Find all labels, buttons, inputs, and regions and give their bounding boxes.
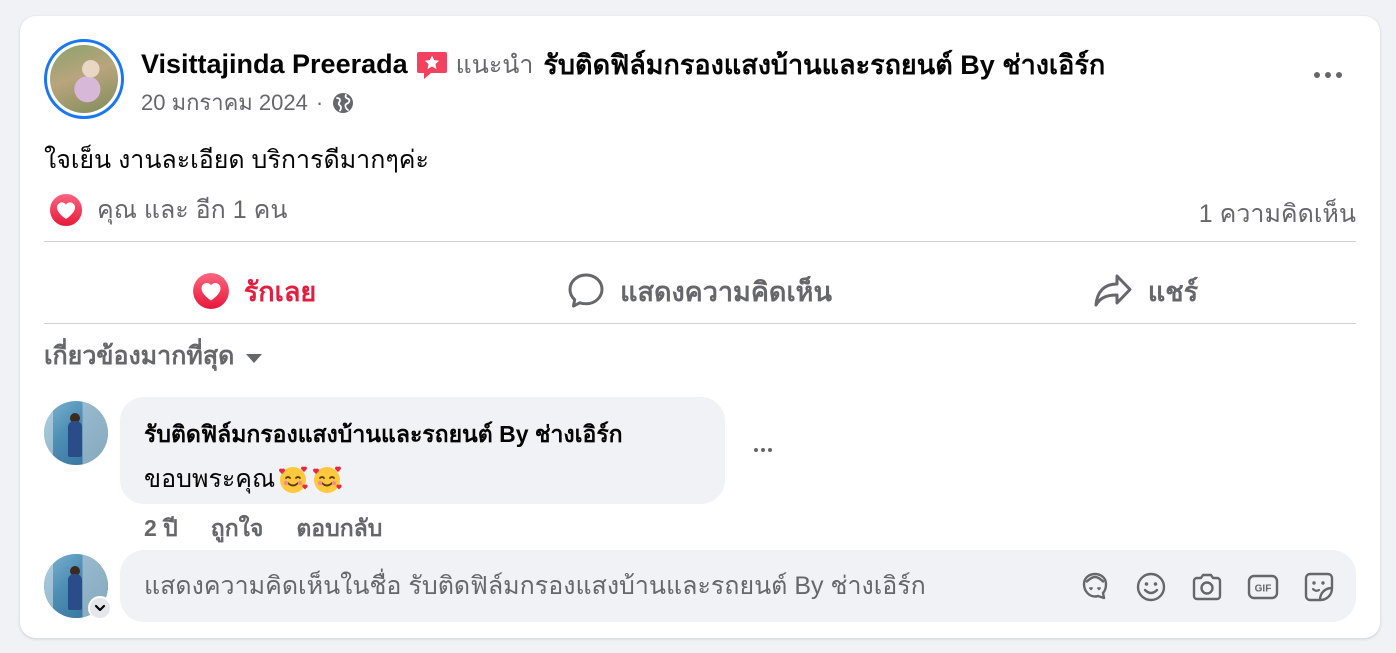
- author-avatar[interactable]: [44, 39, 124, 119]
- recommend-star-icon: [416, 50, 448, 80]
- comment-count[interactable]: 1 ความคิดเห็น: [1199, 194, 1356, 234]
- comment-text: ขอบพระคุณ: [144, 465, 276, 493]
- share-label: แชร์: [1147, 276, 1199, 307]
- share-button[interactable]: แชร์: [934, 260, 1356, 322]
- post-header: Visittajinda Preerada แนะนำ รับติดฟิล์มก…: [141, 43, 1105, 86]
- avatar-photo: [68, 574, 82, 610]
- comment-reply-button[interactable]: ตอบกลับ: [296, 511, 382, 547]
- camera-icon[interactable]: [1190, 570, 1224, 604]
- comment-label: แสดงความคิดเห็น: [620, 276, 832, 307]
- more-dot: [1336, 72, 1342, 78]
- reaction-count: คุณ และ อีก 1 คน: [97, 196, 288, 224]
- more-dot: [761, 448, 765, 452]
- post-more-options-button[interactable]: [1306, 60, 1350, 90]
- sticker-icon[interactable]: [1302, 570, 1336, 604]
- post-body: ใจเย็น งานละเอียด บริการดีมากๆค่ะ: [44, 146, 429, 174]
- comment-like-button[interactable]: ถูกใจ: [211, 511, 264, 547]
- recommends-label: แนะนำ: [455, 50, 534, 79]
- comment-more-options-button[interactable]: [748, 440, 778, 460]
- love-reaction-icon: [48, 192, 84, 228]
- reactions-summary[interactable]: คุณ และ อีก 1 คน: [48, 190, 287, 230]
- divider: [44, 323, 1356, 324]
- avatar-photo: [50, 45, 118, 113]
- comment-age[interactable]: 2 ปี: [144, 511, 178, 547]
- caret-down-icon: [246, 353, 263, 363]
- smiling-face-with-hearts-emoji: [311, 463, 343, 495]
- smiling-face-with-hearts-emoji: [277, 463, 309, 495]
- more-dot: [754, 448, 758, 452]
- share-icon: [1094, 274, 1132, 307]
- avatar-sticker-icon[interactable]: [1078, 570, 1112, 604]
- switch-profile-chevron-icon[interactable]: [88, 596, 112, 620]
- more-dot: [768, 448, 772, 452]
- page-name[interactable]: รับติดฟิล์มกรองแสงบ้านและรถยนต์ By ช่างเ…: [543, 43, 1105, 86]
- love-label: รักเลย: [243, 276, 317, 307]
- comment-bubble: รับติดฟิล์มกรองแสงบ้านและรถยนต์ By ช่างเ…: [120, 397, 725, 504]
- comment-input[interactable]: [144, 550, 1044, 622]
- comment-meta: 2 ปี ถูกใจ ตอบกลับ: [144, 511, 415, 547]
- more-dot: [1314, 72, 1320, 78]
- commenter-avatar[interactable]: [44, 401, 108, 465]
- post-card: Visittajinda Preerada แนะนำ รับติดฟิล์มก…: [20, 16, 1380, 638]
- globe-icon: [331, 91, 355, 115]
- love-icon: [192, 273, 229, 309]
- comment-icon: [568, 273, 604, 308]
- love-button[interactable]: รักเลย: [44, 260, 464, 322]
- comment-button[interactable]: แสดงความคิดเห็น: [464, 260, 934, 322]
- emoji-icon[interactable]: [1134, 570, 1168, 604]
- reactions-row: คุณ และ อีก 1 คน 1 ความคิดเห็น: [44, 190, 1356, 230]
- divider: [44, 241, 1356, 242]
- post-meta: 20 มกราคม 2024 ·: [141, 85, 355, 120]
- author-name[interactable]: Visittajinda Preerada: [141, 49, 408, 80]
- comment-composer: GIF: [120, 550, 1356, 622]
- gif-icon[interactable]: GIF: [1246, 570, 1280, 604]
- meta-separator: ·: [315, 89, 324, 115]
- comment-author[interactable]: รับติดฟิล์มกรองแสงบ้านและรถยนต์ By ช่างเ…: [144, 417, 701, 453]
- avatar-photo: [68, 421, 82, 457]
- more-dot: [1325, 72, 1331, 78]
- post-date[interactable]: 20 มกราคม 2024: [141, 85, 308, 120]
- sort-label: เกี่ยวข้องมากที่สุด: [44, 342, 235, 370]
- svg-text:GIF: GIF: [1255, 584, 1272, 595]
- comment-text-row: ขอบพระคุณ: [144, 459, 701, 499]
- comment-sort-dropdown[interactable]: เกี่ยวข้องมากที่สุด: [44, 336, 263, 376]
